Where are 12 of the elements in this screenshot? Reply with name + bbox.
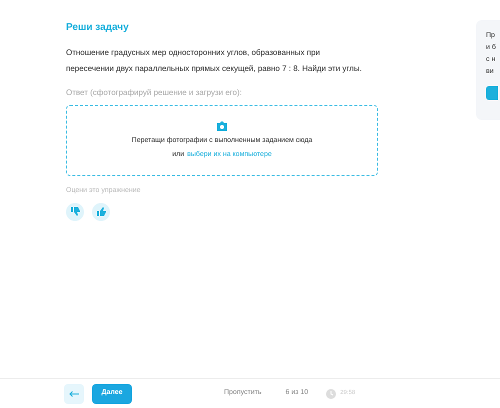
back-button[interactable] — [64, 384, 84, 404]
camera-icon — [216, 121, 228, 131]
left-arrow-icon — [69, 390, 79, 396]
clock-icon — [326, 388, 336, 398]
thumbs-up-icon — [96, 207, 106, 216]
answer-label: Ответ (сфотографируй решение и загрузи его): — [66, 87, 243, 99]
dislike-button[interactable] — [66, 202, 84, 220]
thumbs-down-icon — [70, 207, 80, 216]
task-title: Реши задачу — [66, 21, 130, 35]
side-card-button[interactable] — [486, 86, 498, 100]
like-button[interactable] — [92, 202, 110, 220]
task-text: Отношение градусных мер односторонних углов, образованных при пересечении двух параллельных прямых секущей, равно 7 : 8. Найди эти углы. — [66, 47, 363, 75]
